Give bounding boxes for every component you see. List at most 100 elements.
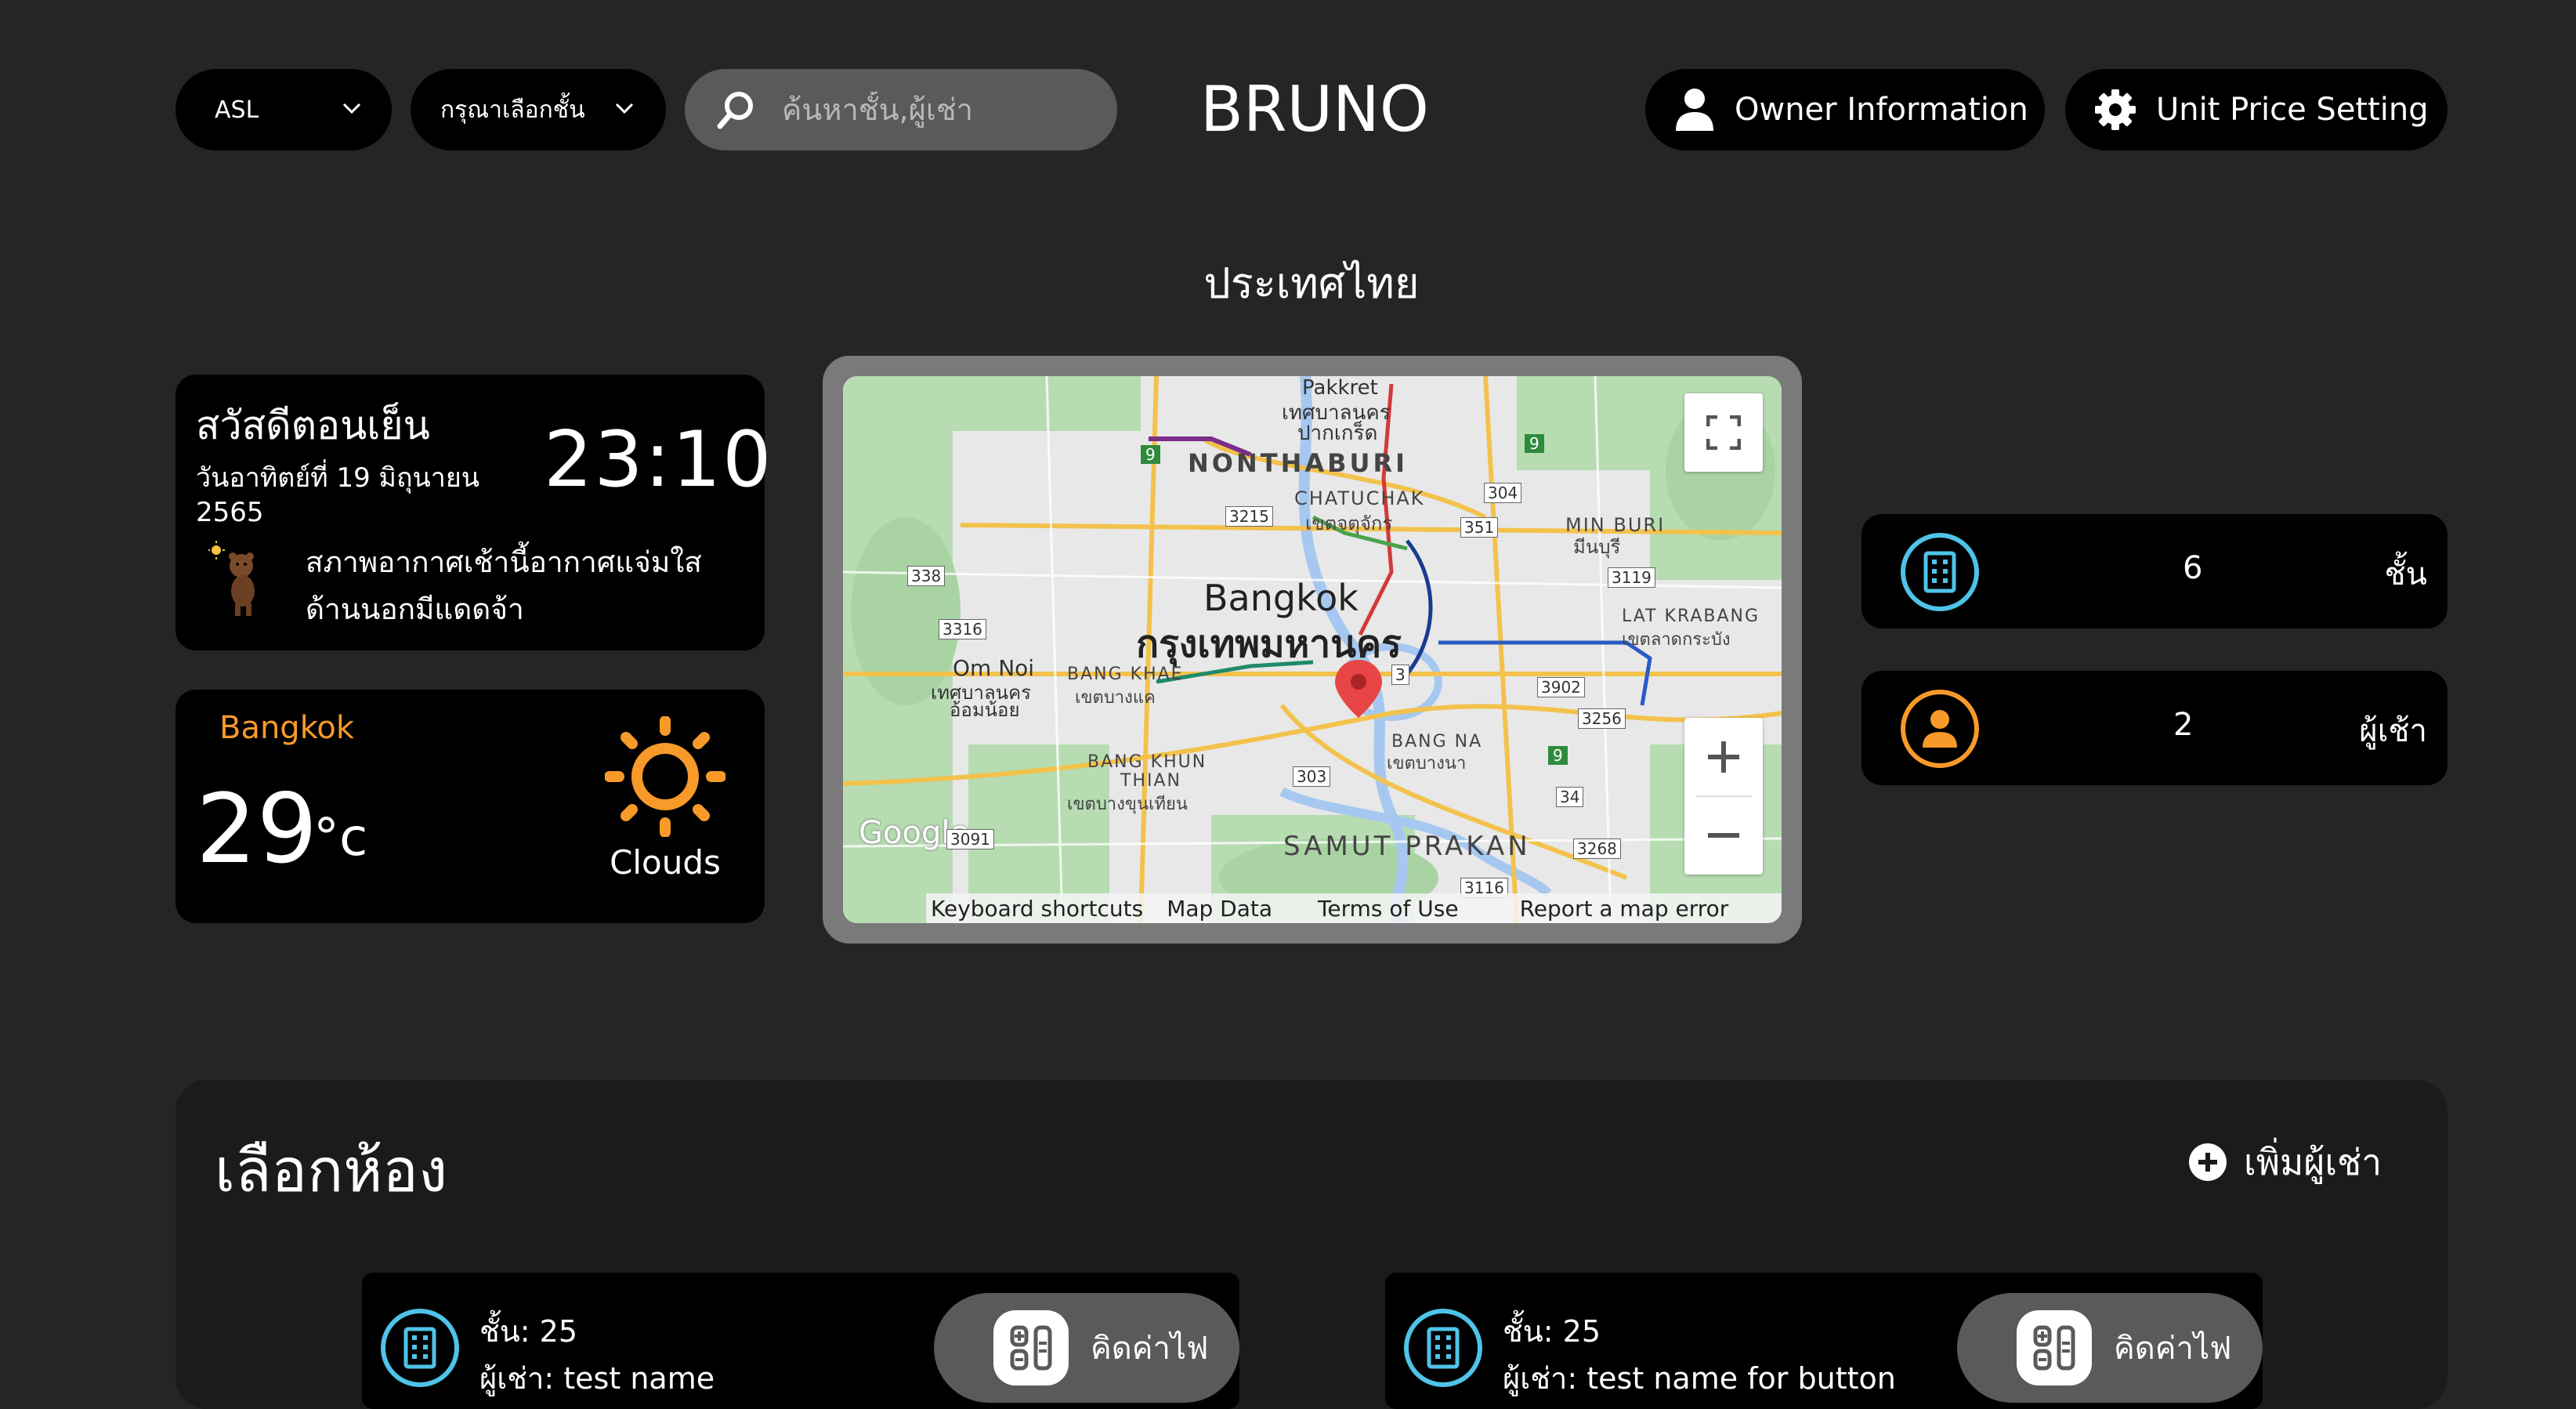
map-view[interactable]: Pakkret เทศบาลนคร ปากเกร็ด NONTHABURI CH…: [843, 376, 1782, 923]
calculator-icon: [992, 1309, 1070, 1387]
map-label-thian: THIAN: [1120, 771, 1181, 791]
greeting-text: สวัสดีตอนเย็น: [196, 403, 430, 448]
zoom-in-button[interactable]: [1684, 718, 1763, 796]
sun-icon: [605, 716, 725, 837]
map-label-bang-khun-th: เขตบางขุนเทียน: [1067, 795, 1188, 814]
map-label-bangkok: Bangkok: [1203, 577, 1359, 619]
minus-icon: [1706, 818, 1741, 853]
road-shield-9: 9: [1141, 445, 1160, 464]
search-box[interactable]: [685, 69, 1117, 150]
chevron-down-icon: [614, 100, 635, 116]
tenants-count: 2: [2173, 707, 2194, 743]
calculator-icon: [2015, 1309, 2093, 1387]
bear-mascot-icon: [208, 539, 271, 618]
weather-card: Bangkok 29 °c Clouds: [175, 690, 765, 923]
map-label-chatuchak: CHATUCHAK: [1294, 487, 1425, 509]
city-name: Bangkok: [219, 710, 355, 746]
calculate-electricity-button[interactable]: คิดค่าไฟ: [1957, 1293, 2263, 1403]
chevron-down-icon: [342, 100, 362, 116]
temperature-value: 29: [196, 773, 318, 885]
map-label-bang-na-th: เขตบางนา: [1387, 754, 1467, 773]
plus-icon: [1706, 740, 1741, 774]
fullscreen-button[interactable]: [1684, 393, 1763, 472]
person-icon: [1673, 87, 1716, 132]
road-shield-351: 351: [1460, 517, 1499, 538]
building-select-value: ASL: [215, 96, 259, 124]
zoom-controls: [1684, 718, 1763, 875]
road-shield-3316: 3316: [939, 619, 986, 639]
building-select[interactable]: ASL: [175, 69, 392, 150]
calculate-electricity-label: คิดค่าไฟ: [2114, 1331, 2232, 1367]
search-input[interactable]: [780, 92, 1081, 128]
building-icon: [1899, 531, 1981, 613]
map-label-lat-krabang-th: เขตลาดกระบัง: [1622, 630, 1731, 650]
temperature-unit: °c: [313, 807, 368, 867]
fullscreen-icon: [1706, 415, 1741, 450]
floor-select-value: กรุณาเลือกชั้น: [440, 96, 585, 124]
terms-of-use-link[interactable]: Terms of Use: [1318, 896, 1459, 922]
road-shield-9: 9: [1548, 746, 1568, 765]
zoom-out-button[interactable]: [1684, 796, 1763, 875]
map-label-pakkret-th2: ปากเกร็ด: [1297, 422, 1378, 445]
road-shield-9: 9: [1525, 434, 1544, 453]
owner-information-button[interactable]: Owner Information: [1645, 69, 2045, 150]
map-footer: Keyboard shortcuts Map Data Terms of Use…: [926, 893, 1782, 923]
date-line-2: 2565: [196, 497, 264, 528]
unit-price-setting-label: Unit Price Setting: [2156, 92, 2429, 128]
road-shield-3256: 3256: [1578, 708, 1626, 729]
map-label-min-buri-th: มีนบุรี: [1573, 536, 1621, 558]
road-shield-3091: 3091: [946, 829, 994, 849]
room-floor: ชั้น: 25: [479, 1314, 578, 1349]
road-shield-34: 34: [1556, 787, 1584, 807]
gear-icon: [2093, 88, 2137, 132]
keyboard-shortcuts-link[interactable]: Keyboard shortcuts: [931, 896, 1143, 922]
road-shield-3215: 3215: [1225, 506, 1273, 527]
room-floor: ชั้น: 25: [1503, 1314, 1601, 1349]
country-title: ประเทศไทย: [1203, 259, 1420, 308]
room-tenant: ผู้เช่า: test name for button: [1503, 1361, 1896, 1396]
owner-information-label: Owner Information: [1735, 92, 2028, 128]
greeting-card: สวัสดีตอนเย็น วันอาทิตย์ที่ 19 มิถุนายน …: [175, 375, 771, 650]
floor-select[interactable]: กรุณาเลือกชั้น: [411, 69, 666, 150]
add-tenant-label: เพิ่มผู้เช่า: [2244, 1140, 2382, 1183]
road-shield-338: 338: [907, 566, 946, 586]
brand-title: BRUNO: [1200, 73, 1429, 146]
person-icon: [1899, 688, 1981, 770]
room-tenant: ผู้เช่า: test name: [479, 1361, 715, 1396]
map-label-bang-khae: BANG KHAE: [1067, 665, 1184, 684]
building-icon: [379, 1307, 461, 1389]
road-shield-3268: 3268: [1573, 839, 1621, 859]
building-icon: [1402, 1307, 1484, 1389]
floors-count: 6: [2183, 550, 2203, 586]
road-shield-3902: 3902: [1537, 677, 1585, 697]
weather-condition: Clouds: [610, 843, 721, 882]
map-data-link[interactable]: Map Data: [1167, 896, 1272, 922]
map-label-lat-krabang: LAT KRABANG: [1622, 607, 1760, 626]
floors-stat-card: 6 ชั้น: [1861, 514, 2448, 628]
road-shield-3119: 3119: [1608, 567, 1655, 588]
rooms-panel: เลือกห้อง เพิ่มผู้เช่า ชั้น: 25 ผู้เช่า:…: [175, 1080, 2448, 1409]
tenants-label: ผู้เช้า: [2359, 713, 2427, 749]
map-label-nonthaburi: NONTHABURI: [1188, 448, 1409, 478]
weather-message-line-2: ด้านนอกมีแดดจ้า: [306, 592, 524, 626]
road-shield-304: 304: [1484, 483, 1522, 503]
rooms-title: เลือกห้อง: [215, 1136, 448, 1205]
map-label-om-noi-th2: อ้อมน้อย: [950, 699, 1020, 721]
map-label-bang-khun: BANG KHUN: [1087, 752, 1207, 772]
date-line-1: วันอาทิตย์ที่ 19 มิถุนายน: [196, 462, 480, 494]
unit-price-setting-button[interactable]: Unit Price Setting: [2065, 69, 2448, 150]
search-icon: [715, 88, 758, 132]
plus-circle-icon: [2187, 1142, 2228, 1183]
map-label-bang-khae-th: เขตบางแค: [1075, 688, 1156, 708]
calculate-electricity-button[interactable]: คิดค่าไฟ: [934, 1293, 1239, 1403]
calculate-electricity-label: คิดค่าไฟ: [1091, 1331, 1209, 1367]
tenants-stat-card: 2 ผู้เช้า: [1861, 671, 2448, 785]
add-tenant-button[interactable]: เพิ่มผู้เช่า: [2187, 1135, 2382, 1190]
floors-label: ชั้น: [2384, 556, 2428, 592]
road-shield-303: 303: [1293, 766, 1331, 787]
weather-message-line-1: สภาพอากาศเช้านี้อากาศแจ่มใส: [306, 545, 702, 579]
map-label-samut-prakan: SAMUT PRAKAN: [1283, 831, 1531, 862]
report-map-error-link[interactable]: Report a map error: [1520, 896, 1729, 922]
road-shield-3: 3: [1391, 665, 1409, 685]
map-label-chatuchak-th: เขตจตุจักร: [1305, 513, 1393, 534]
